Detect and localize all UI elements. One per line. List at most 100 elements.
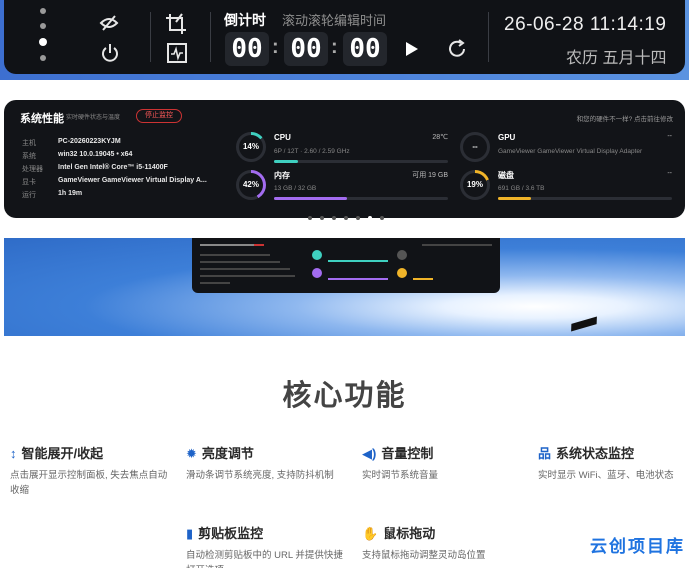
info-value: Intel Gen Intel® Core™ i5-11400F: [58, 164, 168, 171]
page-dot[interactable]: [40, 55, 46, 61]
info-label: 处理器: [22, 166, 43, 173]
panel-subtitle: 实时硬件状态与温度: [66, 115, 121, 121]
minutes-field[interactable]: 00: [284, 32, 328, 66]
stop-monitor-button[interactable]: 停止监控: [136, 109, 182, 123]
divider: [150, 12, 151, 62]
info-value: 1h 19m: [58, 190, 83, 197]
hand-icon: ✋: [362, 526, 379, 541]
reset-icon[interactable]: [446, 38, 468, 64]
disk-usage-bar: [498, 197, 672, 200]
panel-title: 系统性能: [20, 113, 64, 125]
info-value: win32 10.0.19045 • x64: [58, 151, 133, 158]
decorative-mark: [571, 316, 597, 332]
activity-monitor-icon[interactable]: [166, 42, 188, 68]
hours-field[interactable]: 00: [225, 32, 269, 66]
network-icon: 品: [538, 446, 552, 461]
memory-usage-ring: 42%: [236, 170, 266, 200]
colon-separator: :: [272, 36, 279, 58]
system-performance-panel: 系统性能 实时硬件状态与温度 停止监控 和您的硬件不一样? 点击前往修改 主机 P…: [4, 100, 685, 218]
seconds-field[interactable]: 00: [343, 32, 387, 66]
disk-detail: 691 GB / 3.6 TB: [498, 185, 545, 192]
expand-icon: ↕: [10, 446, 17, 461]
pager-dot[interactable]: [356, 216, 360, 220]
cpu-percent: 14%: [239, 135, 263, 159]
pager-dot[interactable]: [308, 216, 312, 220]
cpu-usage-ring: 14%: [236, 132, 266, 162]
eye-off-icon[interactable]: [98, 12, 120, 38]
divider: [210, 12, 211, 62]
speaker-icon: ◀): [362, 446, 377, 461]
pager-dot[interactable]: [332, 216, 336, 220]
memory-percent: 42%: [239, 173, 263, 197]
info-label: 主机: [22, 140, 36, 147]
memory-label: 内存: [274, 171, 290, 180]
pager-dot-active[interactable]: [368, 216, 372, 220]
feature-card-brightness: ✹ 亮度调节 滑动条调节系统亮度, 支持防抖机制: [186, 443, 348, 483]
play-icon[interactable]: [404, 40, 420, 62]
page-dot[interactable]: [40, 23, 46, 29]
sky-banner-image: [4, 238, 685, 336]
feature-description: 支持鼠标拖动调整灵动岛位置: [362, 550, 486, 561]
feature-card-status-monitor: 品系统状态监控 实时显示 WiFi、蓝牙、电池状态: [538, 443, 688, 483]
pager-dot[interactable]: [320, 216, 324, 220]
disk-usage-ring: 19%: [460, 170, 490, 200]
sun-icon: ✹: [186, 446, 197, 461]
gpu-label: GPU: [498, 133, 516, 142]
colon-separator: :: [331, 36, 338, 58]
panel-pager[interactable]: [308, 207, 392, 225]
disk-label: 磁盘: [498, 171, 514, 180]
feature-description: 实时调节系统音量: [362, 470, 439, 481]
gpu-detail: GameViewer GameViewer Virtual Display Ad…: [498, 148, 643, 155]
feature-description: 点击展开显示控制面板, 失去焦点自动收缩: [10, 470, 168, 496]
memory-detail: 13 GB / 32 GB: [274, 185, 317, 192]
feature-card-volume: ◀) 音量控制 实时调节系统音量: [362, 443, 524, 483]
info-row-gpu: 显卡 GameViewer GameViewer Virtual Display …: [22, 177, 242, 187]
cpu-temp: 28℃: [432, 134, 448, 141]
gpu-usage-ring: --: [460, 132, 490, 162]
info-row-os: 系统 win32 10.0.19045 • x64: [22, 151, 242, 161]
core-features-title: 核心功能: [282, 380, 407, 412]
cpu-usage-bar: [274, 160, 448, 163]
cpu-label: CPU: [274, 133, 291, 142]
feature-card-smart-expand: ↕ 智能展开/收起 点击展开显示控制面板, 失去焦点自动收缩: [10, 443, 172, 498]
divider: [488, 12, 489, 62]
countdown-island: 倒计时 滚动滚轮编辑时间 00 : 00 : 00 26-06-28 11:14…: [4, 0, 685, 74]
clipboard-icon: ▮: [186, 526, 194, 541]
power-icon[interactable]: [100, 42, 120, 68]
countdown-title: 倒计时: [224, 12, 266, 28]
info-value: GameViewer GameViewer Virtual Display A.…: [58, 177, 207, 184]
disk-percent: 19%: [463, 173, 487, 197]
crop-icon[interactable]: [164, 12, 188, 40]
info-row-cpu: 处理器 Intel Gen Intel® Core™ i5-11400F: [22, 164, 242, 174]
page-indicator-dots[interactable]: [39, 8, 50, 70]
memory-usage-bar: [274, 197, 448, 200]
memory-available: 可用 19 GB: [412, 172, 448, 179]
feature-card-clipboard: ▮ 剪贴板监控 自动检测剪贴板中的 URL 并提供快捷打开选项: [186, 523, 348, 568]
disk-right-value: --: [667, 170, 672, 177]
info-label: 显卡: [22, 179, 36, 186]
hardware-edit-link[interactable]: 和您的硬件不一样? 点击前往修改: [577, 113, 673, 123]
feature-description: 实时显示 WiFi、蓝牙、电池状态: [538, 470, 674, 481]
page-dot-active[interactable]: [39, 38, 47, 46]
info-label: 系统: [22, 153, 36, 160]
gpu-temp: --: [667, 133, 672, 140]
feature-description: 滑动条调节系统亮度, 支持防抖机制: [186, 470, 334, 481]
current-datetime: 26-06-28 11:14:19: [504, 14, 667, 35]
feature-title: 音量控制: [381, 446, 434, 461]
feature-title: 亮度调节: [201, 446, 254, 461]
pager-dot[interactable]: [344, 216, 348, 220]
feature-title: 鼠标拖动: [383, 526, 436, 541]
feature-title: 剪贴板监控: [198, 526, 264, 541]
page-dot[interactable]: [40, 8, 46, 14]
panel-preview-thumbnail: [192, 238, 500, 293]
countdown-hint: 滚动滚轮编辑时间: [282, 13, 387, 28]
info-row-uptime: 运行 1h 19m: [22, 190, 242, 200]
site-watermark: 云创项目库: [590, 537, 685, 556]
feature-title: 智能展开/收起: [21, 446, 104, 461]
info-label: 运行: [22, 192, 36, 199]
info-row-host: 主机 PC-20260223KYJM: [22, 138, 242, 148]
feature-title: 系统状态监控: [556, 446, 635, 461]
pager-dot[interactable]: [380, 216, 384, 220]
info-value: PC-20260223KYJM: [58, 138, 121, 145]
cpu-detail: 6P / 12T · 2.60 / 2.59 GHz: [274, 148, 350, 155]
